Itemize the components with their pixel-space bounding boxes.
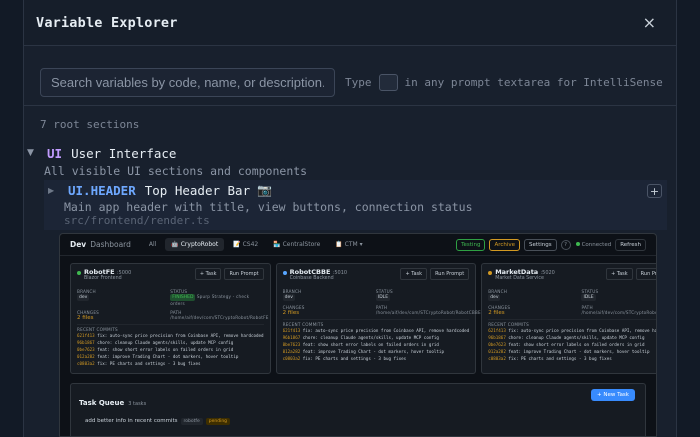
add-variable-button[interactable]: + bbox=[647, 184, 662, 198]
section-ui: ▼ UI User Interface All visible UI secti… bbox=[24, 144, 676, 179]
section-name: User Interface bbox=[71, 145, 177, 161]
preview-service-card: RobotFE :5000 Blazor Frontend + Task Run Pr… bbox=[70, 263, 271, 374]
hint-suffix: in any prompt textarea for IntelliSense bbox=[404, 76, 663, 89]
preview-service-card: MarketData :5020 Market Data Service + Tas… bbox=[481, 263, 657, 374]
preview-commit: 96b1867 chore: cleanup Claude agents/ski… bbox=[488, 335, 645, 340]
close-icon[interactable]: × bbox=[643, 13, 656, 32]
search-row: Type in any prompt textarea for IntelliS… bbox=[40, 68, 663, 97]
intellisense-hint: Type in any prompt textarea for IntelliS… bbox=[345, 74, 663, 91]
preview-connection-status: Connected bbox=[575, 242, 611, 248]
modal-title: Variable Explorer bbox=[36, 14, 178, 31]
preview-commit: 012a282 feat: improve Trading Chart - do… bbox=[282, 349, 444, 354]
preview-commit: 0be7623 feat: show short error labels on… bbox=[282, 342, 439, 347]
preview-commit: 621f413 fix: auto-sync price precision f… bbox=[282, 328, 470, 333]
preview-refresh-button: Refresh bbox=[615, 238, 646, 251]
preview-help-icon: ? bbox=[560, 239, 571, 250]
preview-commit: 012a282 feat: improve Trading Chart - do… bbox=[77, 354, 239, 359]
preview-tab: 🏪 CentralStore bbox=[273, 241, 321, 248]
preview-queue-item: add better info in recent commits robotfe… bbox=[79, 418, 637, 425]
preview-brand-sub: Dashboard bbox=[90, 240, 131, 249]
preview-service-card: RobotCBBE :5010 Coinbase Backend + Task Run… bbox=[275, 263, 481, 374]
preview-task-queue: Task Queue 3 tasks + New Task add better … bbox=[70, 383, 646, 436]
divider bbox=[24, 105, 676, 106]
preview-tab: 📝 CS42 bbox=[233, 241, 259, 248]
preview-cards: RobotFE :5000 Blazor Frontend + Task Run Pr… bbox=[70, 263, 656, 374]
camera-icon[interactable]: 📷 bbox=[257, 183, 272, 197]
preview-tab: 📋 CTM ▾ bbox=[335, 241, 363, 248]
variable-explorer-modal: Variable Explorer × Type in any prompt t… bbox=[23, 0, 677, 437]
chevron-right-icon[interactable]: ▶ bbox=[48, 186, 68, 195]
preview-settings-pill: Settings bbox=[524, 238, 557, 251]
preview-commit: c0803a2 fix: PE charts and settings - 3 … bbox=[282, 356, 407, 361]
preview-commit: 0be7623 feat: show short error labels on… bbox=[488, 342, 645, 347]
preview-commit: c0803a2 fix: PE charts and settings - 3 … bbox=[488, 356, 612, 361]
preview-commit: 621f413 fix: auto-sync price precision f… bbox=[77, 333, 264, 338]
variable-source-path: src/frontend/render.ts bbox=[64, 214, 210, 227]
preview-testing-pill: Testing bbox=[456, 238, 486, 251]
screenshot-preview: Dev Dashboard All 🤖 CryptoRobot 📝 CS42 🏪… bbox=[59, 233, 657, 437]
modal-header: Variable Explorer bbox=[24, 0, 676, 46]
trigger-key bbox=[378, 74, 398, 91]
preview-queue-title: Task Queue bbox=[79, 399, 125, 407]
preview-commit: 0be7623 feat: show short error labels on… bbox=[77, 347, 234, 352]
preview-commit: 012a282 feat: improve Trading Chart - do… bbox=[488, 349, 650, 354]
preview-tab-active: 🤖 CryptoRobot bbox=[165, 238, 225, 251]
preview-commit: c0803a2 fix: PE charts and settings - 3 … bbox=[77, 361, 201, 366]
preview-tab: All bbox=[148, 241, 157, 248]
variable-name: Top Header Bar bbox=[144, 182, 251, 198]
preview-new-task-button: + New Task bbox=[591, 389, 635, 401]
preview-commit: 96b1867 chore: cleanup Claude agents/ski… bbox=[77, 340, 234, 345]
preview-queue-count: 3 tasks bbox=[128, 401, 147, 407]
variable-description: Main app header with title, view buttons… bbox=[64, 200, 473, 214]
root-section-count: 7 root sections bbox=[40, 118, 140, 131]
variable-item-ui-header[interactable]: ▶ UI.HEADER Top Header Bar 📷 Main app he… bbox=[44, 180, 667, 230]
section-code: UI bbox=[47, 145, 63, 161]
section-ui-toggle[interactable]: ▼ UI User Interface bbox=[24, 144, 676, 162]
chevron-down-icon[interactable]: ▼ bbox=[27, 148, 47, 158]
variable-code[interactable]: UI.HEADER bbox=[68, 183, 136, 198]
preview-commit: 96b1867 chore: cleanup Claude agents/ski… bbox=[282, 335, 439, 340]
preview-commit: 621f413 fix: auto-sync price precision f… bbox=[488, 328, 657, 333]
section-description: All visible UI sections and components bbox=[44, 164, 308, 178]
search-input[interactable] bbox=[40, 68, 335, 97]
preview-navbar: Dev Dashboard All 🤖 CryptoRobot 📝 CS42 🏪… bbox=[60, 234, 656, 256]
preview-brand: Dev bbox=[70, 240, 87, 249]
preview-archive-pill: Archive bbox=[489, 238, 521, 251]
hint-prefix: Type bbox=[345, 76, 372, 89]
